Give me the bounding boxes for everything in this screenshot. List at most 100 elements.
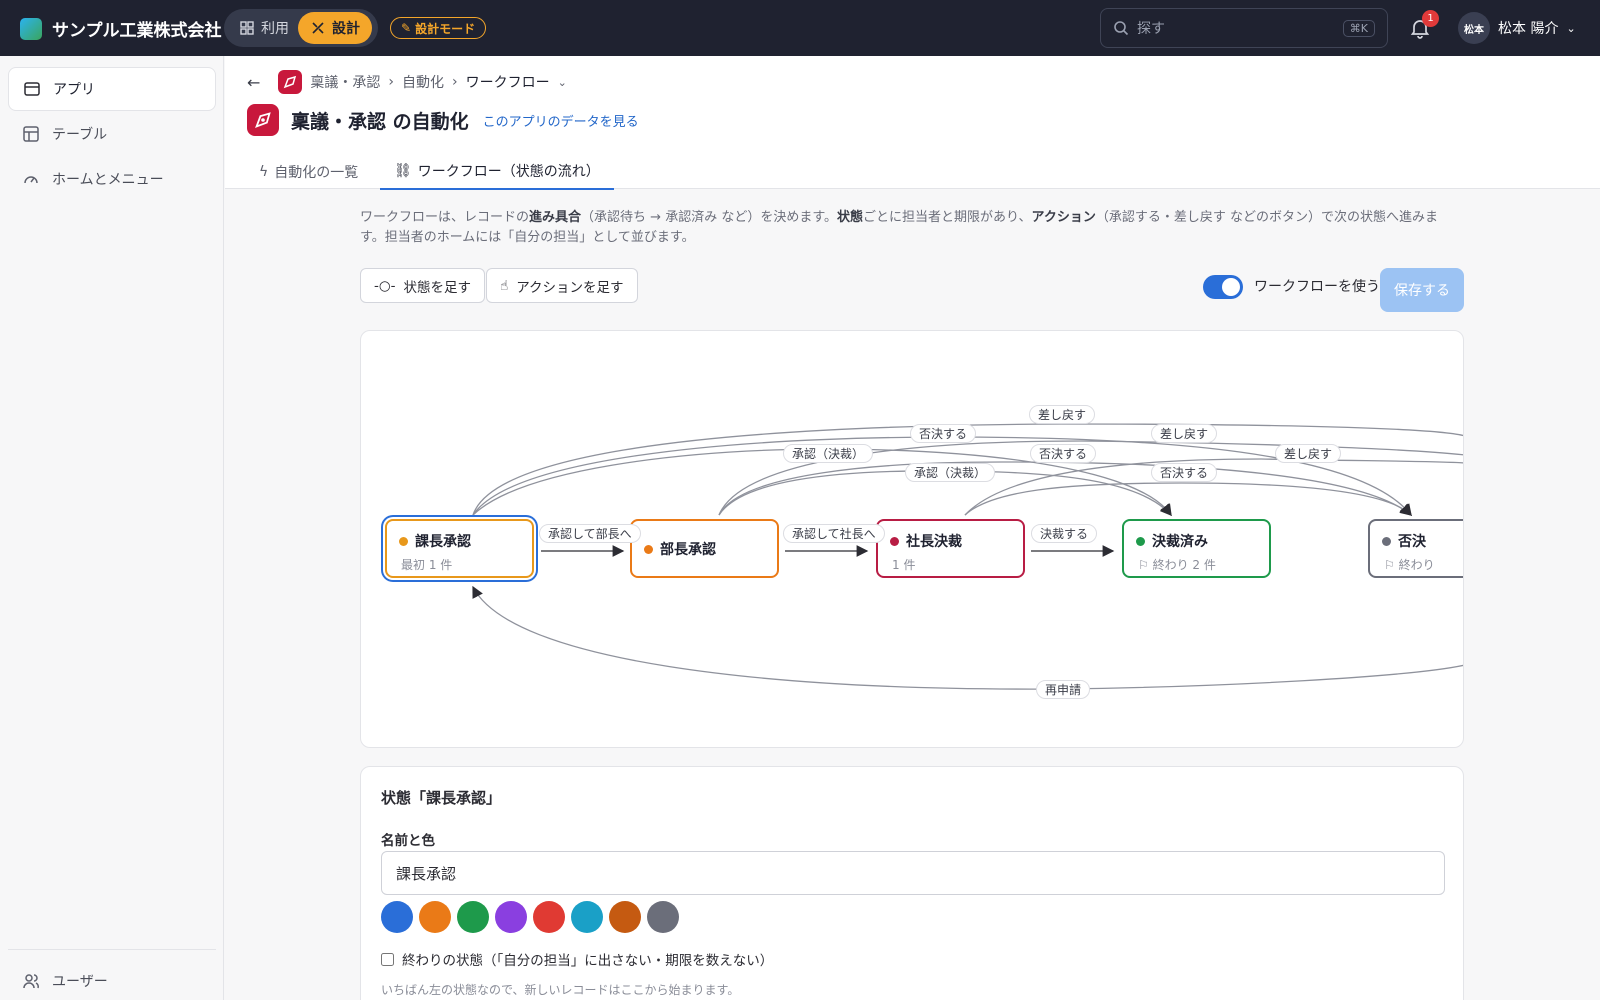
action-label[interactable]: 承認して社長へ [783, 524, 885, 543]
chevron-down-icon[interactable]: ⌄ [558, 76, 567, 89]
workflow-description: ワークフローは、レコードの進み具合（承認待ち → 承認済み など）を決めます。状… [360, 208, 1460, 248]
page-title-row: 稟議・承認 の自動化 このアプリのデータを見る [247, 104, 639, 136]
color-swatch-gray[interactable] [647, 901, 679, 933]
state-name-input[interactable] [381, 851, 1445, 895]
mode-use-button[interactable]: 利用 [227, 12, 301, 44]
action-label[interactable]: 差し戻す [1029, 405, 1096, 424]
color-swatch-red[interactable] [533, 901, 565, 933]
desc-text: （承認待ち → 承認済み など）を決めます。 [581, 210, 838, 225]
tab-label: 自動化の一覧 [274, 165, 359, 181]
state-sub: ⚐ 終わり [1384, 558, 1435, 572]
state-node-rejected[interactable]: 否決 ⚐ 終わり [1368, 519, 1463, 578]
action-label[interactable]: 再申請 [1036, 680, 1091, 699]
flow-icon: ⛓ [394, 163, 412, 179]
add-state-button[interactable]: -○- 状態を足す [360, 268, 486, 303]
action-label[interactable]: 承認（決裁） [783, 444, 874, 463]
state-settings-panel: 状態「課長承認」 名前と色 終わりの状態（「自分の担当」に出さない・期限を数えな… [360, 766, 1464, 1000]
app-icon [278, 70, 303, 94]
state-node-manager[interactable]: 課長承認 最初 1 件 [385, 519, 534, 578]
mode-design-button[interactable]: 設計 [298, 12, 372, 44]
action-label[interactable]: 否決する [910, 424, 977, 443]
app-icon [247, 104, 279, 136]
sidebar-item-label: ユーザー [52, 974, 108, 990]
back-arrow-icon[interactable]: ← [247, 73, 260, 92]
color-swatch-purple[interactable] [495, 901, 527, 933]
action-label[interactable]: 差し戻す [1151, 424, 1218, 443]
color-swatch-blue[interactable] [381, 901, 413, 933]
state-sub: ⚐ 終わり 2 件 [1138, 558, 1216, 572]
search-shortcut: ⌘K [1342, 19, 1375, 37]
state-sub: 最初 1 件 [401, 558, 453, 572]
tab-label: ワークフロー（状態の流れ） [417, 164, 600, 180]
tools-icon [312, 22, 324, 34]
panel-title: 状態「課長承認」 [381, 789, 502, 807]
chevron-right-icon: › [452, 74, 458, 90]
action-label[interactable]: 承認（決裁） [905, 463, 996, 482]
state-node-president[interactable]: 社長決裁 1 件 [876, 519, 1025, 578]
node-icon: -○- [374, 277, 396, 294]
workflow-toggle[interactable] [1203, 275, 1243, 299]
state-node-approved[interactable]: 決裁済み ⚐ 終わり 2 件 [1122, 519, 1271, 578]
workflow-canvas[interactable]: 課長承認 最初 1 件 部長承認 社長決裁 1 件 決裁済み ⚐ 終わり 2 件… [360, 330, 1464, 748]
save-button[interactable]: 保存する [1380, 268, 1464, 312]
notification-badge: 1 [1422, 10, 1439, 27]
color-swatch-cyan[interactable] [571, 901, 603, 933]
action-label[interactable]: 否決する [1151, 463, 1218, 482]
sidebar-item-apps[interactable]: アプリ [8, 67, 216, 111]
sidebar-item-label: テーブル [52, 127, 108, 143]
workflow-toggle-label: ワークフローを使う [1254, 279, 1380, 295]
state-color-dot [890, 536, 899, 546]
brand[interactable]: サンプル工業株式会社 [20, 16, 222, 41]
state-color-dot [644, 544, 653, 554]
top-bar: サンプル工業株式会社 利用 設計 ✎ 設計モード 探す ⌘K 1 松本 松本 陽… [0, 0, 1600, 56]
tools-icon: ✎ [401, 21, 412, 35]
user-name: 松本 陽介 [1498, 21, 1559, 37]
search-box[interactable]: 探す ⌘K [1100, 8, 1388, 48]
state-color-dot [1382, 536, 1391, 546]
desc-text: ワークフローは、レコードの [360, 210, 530, 225]
breadcrumb-app[interactable]: 稟議・承認 [310, 72, 380, 92]
color-swatch-orange[interactable] [419, 901, 451, 933]
state-color-dot [399, 536, 408, 546]
chevron-down-icon: ⌄ [1566, 21, 1576, 35]
mode-use-label: 利用 [261, 21, 289, 37]
sidebar-item-users[interactable]: ユーザー [8, 959, 216, 1000]
sidebar-item-label: ホームとメニュー [52, 172, 164, 188]
page-header: ← 稟議・承認 › 自動化 › ワークフロー ⌄ 稟議・承認 の自動化 このアプ… [225, 56, 1600, 190]
desc-bold: アクション [1031, 210, 1096, 225]
mode-switch: 利用 設計 [224, 9, 378, 47]
end-state-label: 終わりの状態（「自分の担当」に出さない・期限を数えない） [402, 953, 774, 969]
page-title: 稟議・承認 の自動化 [291, 110, 469, 133]
search-input[interactable]: 探す [1137, 18, 1165, 38]
add-action-button[interactable]: ☝ アクションを足す [486, 268, 638, 303]
end-state-option[interactable]: 終わりの状態（「自分の担当」に出さない・期限を数えない） [381, 949, 773, 969]
action-label[interactable]: 承認して部長へ [539, 524, 641, 543]
desc-bold: 進み具合 [529, 210, 582, 225]
tab-automation-list[interactable]: ϟ 自動化の一覧 [245, 154, 372, 190]
view-data-link[interactable]: このアプリのデータを見る [483, 111, 639, 130]
state-node-department-head[interactable]: 部長承認 [630, 519, 779, 578]
end-state-checkbox[interactable] [381, 952, 394, 966]
state-name: 課長承認 [399, 531, 520, 551]
action-label[interactable]: 決裁する [1031, 524, 1098, 543]
search-icon [1114, 21, 1129, 36]
grid-icon [240, 21, 254, 35]
sidebar-divider [8, 949, 216, 950]
start-state-hint: いちばん左の状態なので、新しいレコードはここから始まります。 [381, 983, 740, 997]
action-label[interactable]: 差し戻す [1275, 444, 1342, 463]
avatar: 松本 [1458, 12, 1490, 44]
sidebar: アプリ テーブル ホームとメニュー ユーザー 管理 [0, 56, 224, 1000]
state-label: 否決 [1398, 534, 1426, 550]
breadcrumb-section[interactable]: 自動化 [402, 72, 444, 92]
sidebar-item-home-menu[interactable]: ホームとメニュー [8, 157, 216, 201]
sidebar-item-tables[interactable]: テーブル [8, 112, 216, 156]
color-swatch-brown[interactable] [609, 901, 641, 933]
state-name: 否決 [1382, 531, 1463, 551]
user-menu[interactable]: 松本 松本 陽介 ⌄ [1458, 12, 1576, 44]
action-label[interactable]: 否決する [1030, 444, 1097, 463]
tab-workflow[interactable]: ⛓ ワークフロー（状態の流れ） [380, 154, 614, 190]
state-name: 部長承認 [644, 539, 765, 559]
color-swatch-green[interactable] [457, 901, 489, 933]
breadcrumb-current[interactable]: ワークフロー [466, 72, 550, 92]
window-icon [24, 82, 40, 96]
